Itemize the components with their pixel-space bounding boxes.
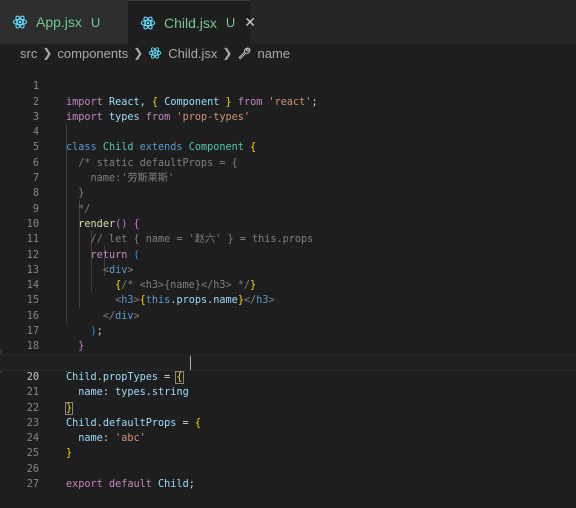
code-line: 27 [0,462,576,490]
code-line: 18 } [0,324,576,367]
tab-app-jsx[interactable]: App.jsx U [0,0,128,44]
code-editor[interactable]: 1 import React, { Component } from 'reac… [0,62,576,490]
code-line: 9 render() { [0,186,576,230]
breadcrumb-file[interactable]: Child.jsx [168,46,217,61]
code-line: 3 [0,95,576,123]
close-icon[interactable]: ✕ [244,14,256,31]
tab-bar: App.jsx U Child.jsx U ✕ [0,0,576,44]
code-line: 4 class Child extends Component { [0,110,576,153]
breadcrumb-symbol[interactable]: name [257,46,290,61]
code-line: 5 /* static defaultProps = { [0,125,576,168]
code-line: 11 return ( [0,217,576,260]
code-line-current: 20 name: types.string [0,353,576,398]
code-line: 26 export default Child; [0,447,576,490]
code-line: 1 import React, { Component } from 'reac… [0,64,576,107]
react-icon [140,16,156,29]
code-line: 25 [0,431,576,459]
code-line: 22 Child.defaultProps = { [0,385,576,429]
tab-label: Child.jsx [164,14,217,31]
code-line: 21 } [0,370,576,415]
code-line: 12 <div> [0,232,576,276]
line-number: 27 [26,479,39,491]
chevron-right-icon: ❯ [42,46,53,60]
code-line: 10 // let { name = '赵六' } = this.props [0,202,576,245]
breadcrumb: src ❯ components ❯ Child.jsx ❯ name [0,44,576,62]
code-line: 17 } [0,309,576,352]
wrench-icon [238,47,251,60]
code-text: export default Child; [66,479,195,491]
breadcrumb-components[interactable]: components [57,46,128,61]
chevron-right-icon: ❯ [222,46,233,60]
code-line: 19 Child.propTypes = { [0,339,576,384]
code-line: 7 } [0,156,576,199]
react-icon [148,47,162,59]
text-cursor [190,355,191,370]
tab-child-jsx[interactable]: Child.jsx U ✕ [128,0,256,44]
code-line: 15 </div> [0,278,576,321]
tab-label: App.jsx [36,14,82,30]
code-line: 8 */ [0,171,576,214]
react-icon [12,15,28,29]
code-line: 23 name: 'abc' [0,401,576,444]
code-line: 13 {/* <h3>{name}</h3> */} [0,248,576,291]
code-line: 6 name:'劳斯莱斯' [0,141,576,184]
untracked-badge: U [225,15,236,30]
code-line: 16 ); [0,294,576,337]
code-line: 14 <h3>{this.props.name}</h3> [0,263,576,306]
untracked-badge: U [90,14,101,30]
code-line: 24 } [0,416,576,459]
chevron-right-icon: ❯ [133,46,144,60]
breadcrumb-src[interactable]: src [20,46,37,61]
code-line: 2 import types from 'prop-types' [0,79,576,123]
